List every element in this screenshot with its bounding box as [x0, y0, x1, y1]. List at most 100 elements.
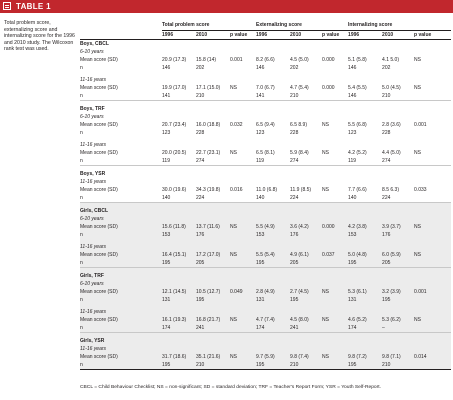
table-cell [322, 324, 349, 333]
table-cell [414, 194, 451, 203]
table-cell [414, 361, 452, 370]
table-cell [230, 296, 257, 304]
table-cell: 274 [196, 158, 205, 164]
table-cell [230, 259, 257, 268]
table-cell: 4.2 (3.8) [348, 223, 383, 231]
table-cell [322, 361, 349, 370]
table-cell: NS [230, 85, 237, 91]
table-cell: 119 [348, 158, 357, 164]
table-cell: 6.5 8.9) [290, 122, 307, 128]
column-header: p value [322, 30, 349, 40]
table-cell: 205 [196, 259, 230, 268]
age-group-label: 6-10 years [80, 215, 452, 223]
table-cell: 0.037 [322, 251, 349, 259]
table-icon [3, 2, 11, 10]
table-row: n 123 228 123 228 123 228 [80, 129, 451, 137]
table-cell [230, 129, 256, 137]
table-cell [322, 64, 348, 72]
table-cell: 146 [256, 65, 265, 71]
table-cell: 5.5 (6.8) [348, 122, 367, 128]
table-cell: 202 [290, 65, 299, 71]
table-cell: 119 [256, 158, 265, 164]
table-cell: 7.0 (6.7) [256, 85, 275, 91]
table-cell: 202 [382, 65, 391, 71]
table-cell [414, 296, 452, 304]
table-cell: 5.0 (4.5) [382, 85, 401, 91]
row-label: n [80, 324, 162, 333]
table-cell: NS [414, 57, 421, 63]
table-cell: 146 [162, 65, 171, 71]
table-cell: 224 [196, 195, 205, 201]
table-cell: 195 [256, 361, 291, 370]
table-cell: NS [414, 251, 452, 259]
table-cell: 6.0 (5.9) [382, 251, 415, 259]
group-header: Externalizing score [256, 20, 349, 31]
table-cell: 241 [290, 324, 323, 333]
table-cell: 205 [290, 259, 323, 268]
row-label: Mean score (SD) [80, 316, 162, 324]
table-caption: Total problem score, externalizing score… [4, 20, 75, 53]
age-group-row: 11-16 years [80, 141, 451, 149]
table-cell: 16.1 (19.3) [162, 316, 196, 324]
table-cell: NS [230, 150, 237, 156]
table-cell: 20.9 (17.3) [162, 57, 187, 63]
table-cell: NS [230, 316, 257, 324]
table-cell: 5.5 (5.4) [256, 251, 291, 259]
table-cell: NS [414, 316, 452, 324]
table-row: Mean score (SD) 16.4 (15.1) 17.2 (17.0) NS 5… [80, 251, 452, 259]
table-cell: 0.032 [230, 122, 243, 128]
table-row: n 174 241 174 241 174– [80, 324, 452, 333]
age-group-row: 11-16 years [80, 76, 451, 84]
table-cell: 5.9 (8.4) [290, 150, 309, 156]
table-cell: 15.6 (11.8) [162, 223, 196, 231]
table-footnote: CBCL = Child Behaviour Checklist; NS = n… [80, 385, 381, 390]
table-cell [230, 157, 256, 166]
age-group-label: 6-10 years [80, 49, 104, 55]
table-cell: 210 [196, 93, 205, 99]
row-label: Mean score (SD) [80, 187, 118, 193]
section-title: Girls, CBCL [80, 207, 452, 215]
table-cell: NS [322, 316, 349, 324]
table-cell: 228 [290, 130, 299, 136]
table-cell: 13.7 (11.6) [196, 223, 230, 231]
table-row: Mean score (SD) 20.0 (20.5) 22.7 (23.1) NS 6… [80, 149, 451, 157]
table-cell: 0.001 [414, 288, 452, 296]
table-cell: 6.5 (9.4) [256, 122, 275, 128]
age-group-row: 6-10 years [80, 215, 452, 223]
table-cell [414, 259, 452, 268]
table-header-bar: TABLE 1 [0, 0, 453, 13]
table-cell [230, 64, 256, 72]
table-cell: 5.3 (6.2) [382, 316, 415, 324]
table-cell [414, 157, 451, 166]
table-cell: 195 [348, 361, 383, 370]
column-header: 2010 [290, 30, 323, 40]
table-cell: 228 [382, 130, 391, 136]
table-cell: 17.1 (15.0) [196, 85, 221, 91]
table-cell: 140 [162, 195, 171, 201]
row-label: Mean score (SD) [80, 223, 162, 231]
age-group-label: 11-16 years [80, 179, 107, 185]
table-cell: 17.2 (17.0) [196, 251, 230, 259]
table-cell: 205 [382, 259, 415, 268]
table-cell: 11.0 (6.8) [256, 187, 278, 193]
column-header: 2010 [382, 30, 415, 40]
table-cell: 16.0 (18.8) [196, 122, 221, 128]
table-cell: 174 [348, 324, 383, 333]
table-cell [322, 194, 348, 203]
table-title: TABLE 1 [16, 2, 51, 11]
column-header: 1996 [162, 30, 196, 40]
table-cell: NS [322, 122, 329, 128]
age-group-row: 11-16 years [80, 345, 452, 353]
table-row: Mean score (SD) 15.6 (11.8) 13.7 (11.6) NS 5… [80, 223, 452, 231]
table-cell [322, 157, 348, 166]
table-cell: 195 [348, 259, 383, 268]
table-cell: 153 [256, 231, 291, 239]
table-cell: 228 [196, 130, 205, 136]
table-cell: 146 [348, 93, 357, 99]
table-cell: 131 [162, 296, 196, 304]
table-cell [322, 296, 349, 304]
table-cell: 5.5 (4.9) [256, 223, 291, 231]
age-group-row: 11-16 years [80, 243, 452, 251]
table-cell: 153 [348, 231, 383, 239]
table-cell: 0.000 [322, 85, 335, 91]
